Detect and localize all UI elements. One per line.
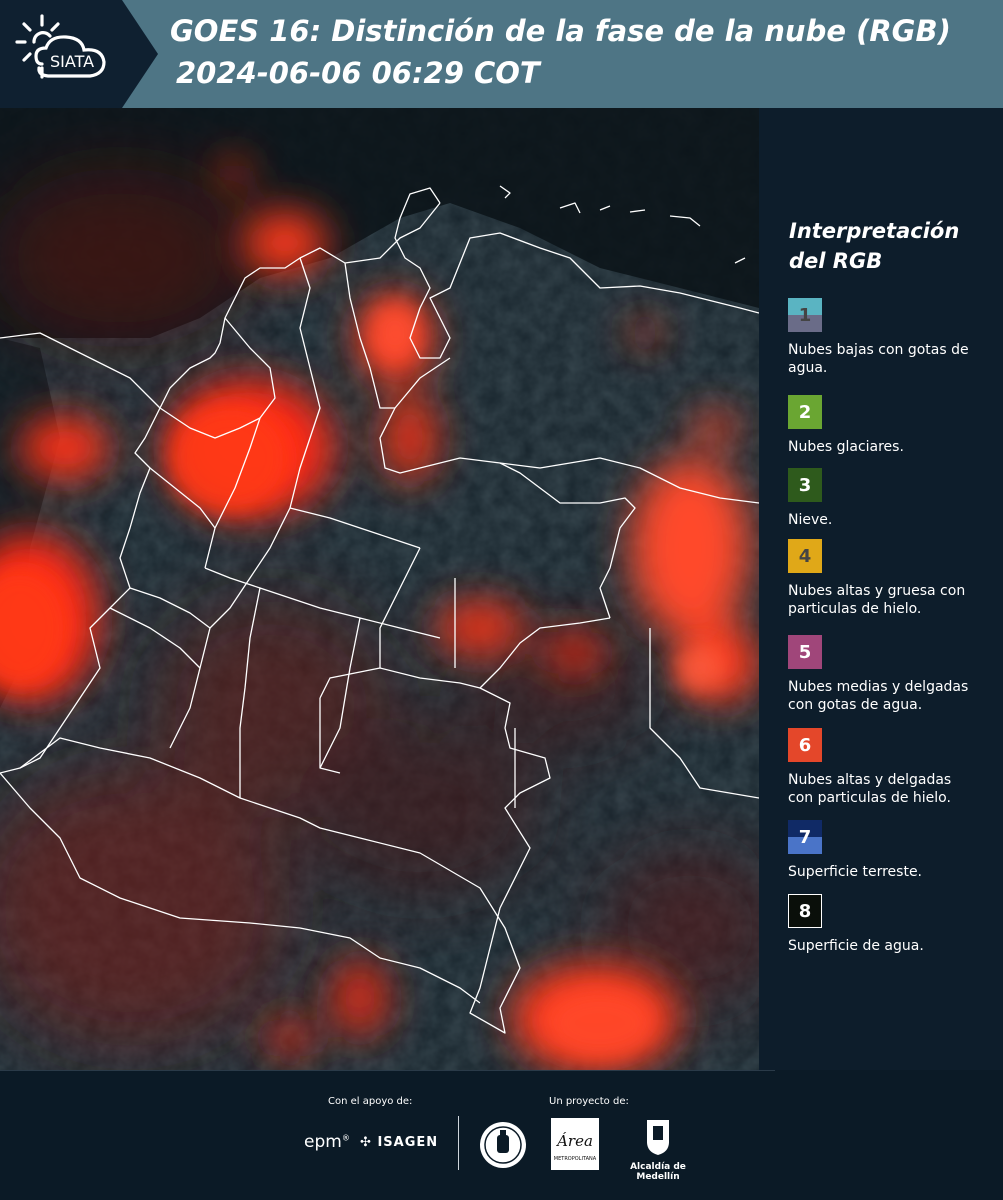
legend-number-6: 6 (798, 734, 812, 756)
legend-item-8: 8 Superficie de agua. (788, 894, 998, 955)
legend-swatch-6: 6 (788, 728, 822, 762)
legend-item-5: 5 Nubes medias y delgadas con gotas de a… (788, 635, 998, 714)
legend-swatch-8: 8 (788, 894, 822, 928)
page-title: GOES 16: Distinción de la fase de la nub… (170, 14, 951, 48)
medellin-seal-icon[interactable] (478, 1120, 528, 1170)
legend-item-4: 4 Nubes altas y gruesa con particulas de… (788, 539, 998, 618)
satellite-map[interactable] (0, 108, 759, 1070)
epm-logo[interactable]: epm® (304, 1132, 350, 1152)
alcaldia-shield-icon (647, 1120, 669, 1155)
satellite-image (0, 108, 759, 1070)
legend-label-7: Superficie terreste. (788, 864, 923, 880)
footer-divider (0, 1070, 775, 1071)
logo-text: SIATA (50, 52, 94, 71)
sun-cloud-icon: SIATA (15, 14, 106, 79)
support-label: Con el apoyo de: (328, 1096, 413, 1107)
legend-number-5: 5 (798, 641, 812, 663)
legend-number-2: 2 (798, 401, 812, 423)
legend-swatch-7: 7 (788, 820, 822, 854)
legend-item-6: 6 Nubes altas y delgadas con particulas … (788, 728, 998, 807)
legend-item-3: 3 Nieve. (788, 468, 998, 529)
legend-number-1: 1 (798, 304, 812, 326)
legend-swatch-4: 4 (788, 539, 822, 573)
epm-logo-text: epm (304, 1132, 342, 1152)
legend-label-2: Nubes glaciares. (788, 439, 904, 455)
footer: Con el apoyo de: Un proyecto de: epm® ✣ … (0, 1070, 1003, 1200)
legend-item-1: 1 Nubes bajas con gotas de agua. (788, 298, 998, 377)
legend-number-3: 3 (798, 474, 812, 496)
page-subtitle-timestamp: 2024-06-06 06:29 COT (176, 56, 540, 90)
legend-item-2: 2 Nubes glaciares. (788, 395, 998, 456)
legend-label-5: Nubes medias y delgadas con gotas de agu… (788, 679, 969, 713)
legend-title: Interpretación del RGB (789, 219, 960, 273)
legend-label-8: Superficie de agua. (788, 938, 924, 954)
legend-swatch-5: 5 (788, 635, 822, 669)
alcaldia-logo[interactable]: Alcaldía de Medellín (612, 1118, 704, 1182)
logo-divider (458, 1116, 459, 1170)
legend-number-4: 4 (798, 545, 812, 567)
area-logo-subtext: METROPOLITANA (554, 1156, 597, 1162)
legend-label-3: Nieve. (788, 512, 833, 528)
legend-item-7: 7 Superficie terreste. (788, 820, 998, 881)
isagen-mark-icon: ✣ (360, 1135, 372, 1150)
legend-panel: Interpretación del RGB 1 Nubes bajas con… (759, 108, 1003, 1070)
area-logo-text: Área (555, 1132, 593, 1150)
legend-number-8: 8 (798, 900, 812, 922)
project-label: Un proyecto de: (549, 1096, 629, 1107)
legend-swatch-2: 2 (788, 395, 822, 429)
legend-label-4: Nubes altas y gruesa con particulas de h… (788, 583, 966, 617)
area-metropolitana-logo[interactable]: Área METROPOLITANA (551, 1118, 599, 1170)
legend-swatch-1: 1 (788, 298, 822, 332)
header: SIATA GOES 16: Distinción de la fase de … (0, 0, 1003, 108)
legend-label-6: Nubes altas y delgadas con particulas de… (788, 772, 952, 806)
legend-label-1: Nubes bajas con gotas de agua. (788, 342, 969, 376)
isagen-logo-text: ISAGEN (377, 1135, 439, 1150)
legend-swatch-3: 3 (788, 468, 822, 502)
siata-logo[interactable]: SIATA (0, 0, 158, 108)
alcaldia-text: Alcaldía de Medellín (630, 1162, 686, 1182)
isagen-logo[interactable]: ✣ ISAGEN (360, 1135, 438, 1150)
legend-number-7: 7 (798, 826, 812, 848)
